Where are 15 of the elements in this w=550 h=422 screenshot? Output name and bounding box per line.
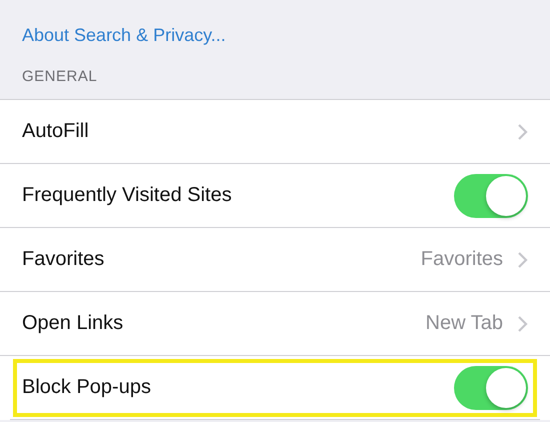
toggle-switch[interactable] [454,366,528,410]
section-header: GENERAL [21,66,98,86]
privacy-link[interactable]: About Search & Privacy... [22,25,226,46]
row-label: AutoFill [22,120,90,143]
chevron-icon [517,250,528,268]
chevron-icon [517,122,528,140]
row-label: Block Pop-ups [22,376,152,399]
row-value: Favorites [420,248,503,271]
chevron-icon [517,314,528,332]
settings-row[interactable]: Block Pop-ups [10,356,540,420]
toggle-switch[interactable] [454,174,528,218]
row-value: New Tab [426,312,503,335]
row-label: Open Links [22,312,124,335]
row-label: Favorites [22,248,106,271]
row-label: Frequently Visited Sites [22,184,233,207]
